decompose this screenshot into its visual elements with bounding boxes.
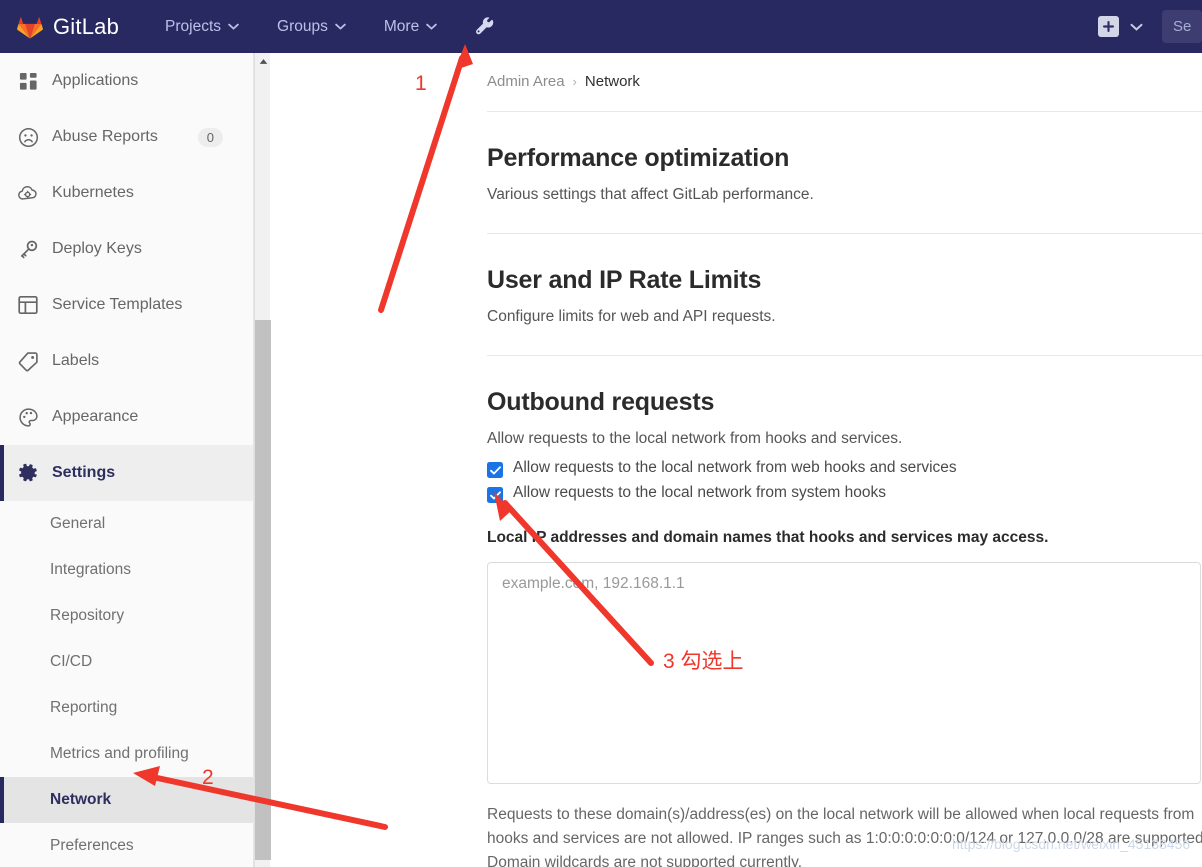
- section-description: Configure limits for web and API request…: [487, 308, 776, 325]
- sidebar-subitem-label: Preferences: [50, 837, 134, 854]
- checkbox-label[interactable]: Allow requests to the local network from…: [513, 484, 886, 502]
- triangle-up-icon: [259, 59, 267, 64]
- breadcrumb-network[interactable]: Network: [585, 73, 640, 90]
- settings-sections: Performance optimization Various setting…: [270, 111, 1202, 867]
- breadcrumb-divider: [487, 111, 1202, 112]
- sidebar-subitem-label: CI/CD: [50, 653, 93, 670]
- sidebar-item-label: Settings: [52, 464, 116, 481]
- main-content: Admin Area › Network Performance optimiz…: [270, 53, 1202, 867]
- admin-area-button[interactable]: [468, 10, 502, 44]
- primary-nav: Projects Groups More: [154, 10, 502, 44]
- navbar-right: Se: [1098, 0, 1202, 53]
- section-description: Various settings that affect GitLab perf…: [487, 186, 814, 203]
- sidebar-item-labels[interactable]: Labels: [0, 333, 253, 389]
- sidebar-item-abuse-reports[interactable]: Abuse Reports 0: [0, 109, 253, 165]
- sidebar-subitem-reporting[interactable]: Reporting: [0, 685, 253, 731]
- section-divider: [487, 355, 1202, 356]
- new-item-chevron-down-icon[interactable]: [1130, 23, 1143, 31]
- tag-icon: [16, 349, 40, 373]
- nav-more[interactable]: More: [373, 12, 448, 42]
- brand-title: GitLab: [53, 13, 120, 39]
- breadcrumb-separator-icon: ›: [572, 74, 577, 89]
- section-description: Allow requests to the local network from…: [487, 430, 903, 447]
- new-item-button[interactable]: [1098, 16, 1119, 37]
- frown-face-icon: [16, 125, 40, 149]
- sidebar-scrollbar[interactable]: [254, 53, 271, 867]
- section-title: User and IP Rate Limits: [487, 266, 762, 294]
- checkbox-row-web-hooks: Allow requests to the local network from…: [487, 459, 1202, 478]
- sidebar-subitem-label: Reporting: [50, 699, 118, 716]
- admin-sidebar: Applications Abuse Reports 0 Kubernetes …: [0, 53, 254, 867]
- sidebar-subitem-label: Metrics and profiling: [50, 745, 189, 762]
- outbound-allowlist-label: Local IP addresses and domain names that…: [487, 529, 1049, 546]
- outbound-allowlist-textarea[interactable]: [487, 562, 1201, 784]
- sidebar-item-kubernetes[interactable]: Kubernetes: [0, 165, 253, 221]
- sidebar-subitem-network[interactable]: Network: [0, 777, 253, 823]
- chevron-down-icon: [335, 23, 346, 30]
- gitlab-tanuki-logo-icon: [17, 16, 43, 39]
- nav-groups-label: Groups: [277, 17, 328, 35]
- checkmark-icon: [489, 490, 501, 499]
- sidebar-item-settings[interactable]: Settings: [0, 445, 253, 501]
- outbound-allowlist-help-text: Requests to these domain(s)/address(es) …: [487, 806, 1202, 867]
- scrollbar-thumb[interactable]: [255, 320, 271, 860]
- chevron-down-icon: [228, 23, 239, 30]
- breadcrumb-admin-area[interactable]: Admin Area: [487, 73, 565, 90]
- breadcrumb: Admin Area › Network: [270, 53, 1202, 90]
- sidebar-item-service-templates[interactable]: Service Templates: [0, 277, 253, 333]
- layout-template-icon: [16, 293, 40, 317]
- wrench-icon: [476, 16, 494, 34]
- sidebar-subitem-label: Repository: [50, 607, 125, 624]
- palette-icon: [16, 405, 40, 429]
- nav-groups[interactable]: Groups: [266, 12, 357, 42]
- sidebar-subitem-general[interactable]: General: [0, 501, 253, 547]
- checkbox-row-system-hooks: Allow requests to the local network from…: [487, 484, 1202, 503]
- section-outbound-requests: Outbound requests Allow requests to the …: [487, 388, 1202, 867]
- brand-home-link[interactable]: GitLab: [17, 14, 119, 40]
- key-icon: [16, 237, 40, 261]
- allow-local-network-web-hooks-checkbox[interactable]: [487, 462, 503, 478]
- sidebar-item-label: Kubernetes: [52, 184, 134, 201]
- chevron-down-icon: [426, 23, 437, 30]
- sidebar-subitem-label: Integrations: [50, 561, 131, 578]
- section-title: Outbound requests: [487, 388, 715, 416]
- sidebar-item-label: Applications: [52, 72, 139, 89]
- sidebar-item-label: Service Templates: [52, 296, 183, 313]
- sidebar-subitem-label: Network: [50, 791, 112, 808]
- search-input[interactable]: Se: [1162, 10, 1202, 43]
- sidebar-subitem-metrics-and-profiling[interactable]: Metrics and profiling: [0, 731, 253, 777]
- nav-projects-label: Projects: [165, 17, 222, 35]
- nav-more-label: More: [383, 17, 420, 35]
- scrollbar-up-arrow[interactable]: [255, 53, 271, 70]
- checkbox-label[interactable]: Allow requests to the local network from…: [513, 459, 957, 477]
- gitlab-admin-network-page: GitLab Projects Groups More Se Applicati…: [0, 0, 1202, 867]
- section-performance-optimization: Performance optimization Various setting…: [487, 144, 1202, 204]
- sidebar-item-label: Deploy Keys: [52, 240, 142, 257]
- grid-applications-icon: [16, 69, 40, 93]
- sidebar-subitem-integrations[interactable]: Integrations: [0, 547, 253, 593]
- sidebar-subitem-cicd[interactable]: CI/CD: [0, 639, 253, 685]
- section-divider: [487, 233, 1202, 234]
- abuse-reports-count-badge: 0: [197, 127, 223, 147]
- sidebar-item-label: Appearance: [52, 408, 139, 425]
- nav-projects[interactable]: Projects: [154, 12, 250, 42]
- sidebar-item-label: Labels: [52, 352, 100, 369]
- section-user-ip-rate-limits: User and IP Rate Limits Configure limits…: [487, 266, 1202, 326]
- sidebar-subitem-repository[interactable]: Repository: [0, 593, 253, 639]
- allow-local-network-system-hooks-checkbox[interactable]: [487, 487, 503, 503]
- sidebar-item-appearance[interactable]: Appearance: [0, 389, 253, 445]
- sidebar-item-label: Abuse Reports: [52, 128, 158, 145]
- section-title: Performance optimization: [487, 144, 790, 172]
- checkmark-icon: [489, 465, 501, 474]
- top-navbar: GitLab Projects Groups More Se: [0, 0, 1202, 53]
- cloud-gear-icon: [16, 181, 40, 205]
- plus-icon: [1102, 20, 1115, 33]
- sidebar-subitem-label: General: [50, 515, 106, 532]
- sidebar-item-deploy-keys[interactable]: Deploy Keys: [0, 221, 253, 277]
- sidebar-item-applications[interactable]: Applications: [0, 53, 253, 109]
- gear-icon: [16, 461, 40, 485]
- sidebar-subitem-preferences[interactable]: Preferences: [0, 823, 253, 867]
